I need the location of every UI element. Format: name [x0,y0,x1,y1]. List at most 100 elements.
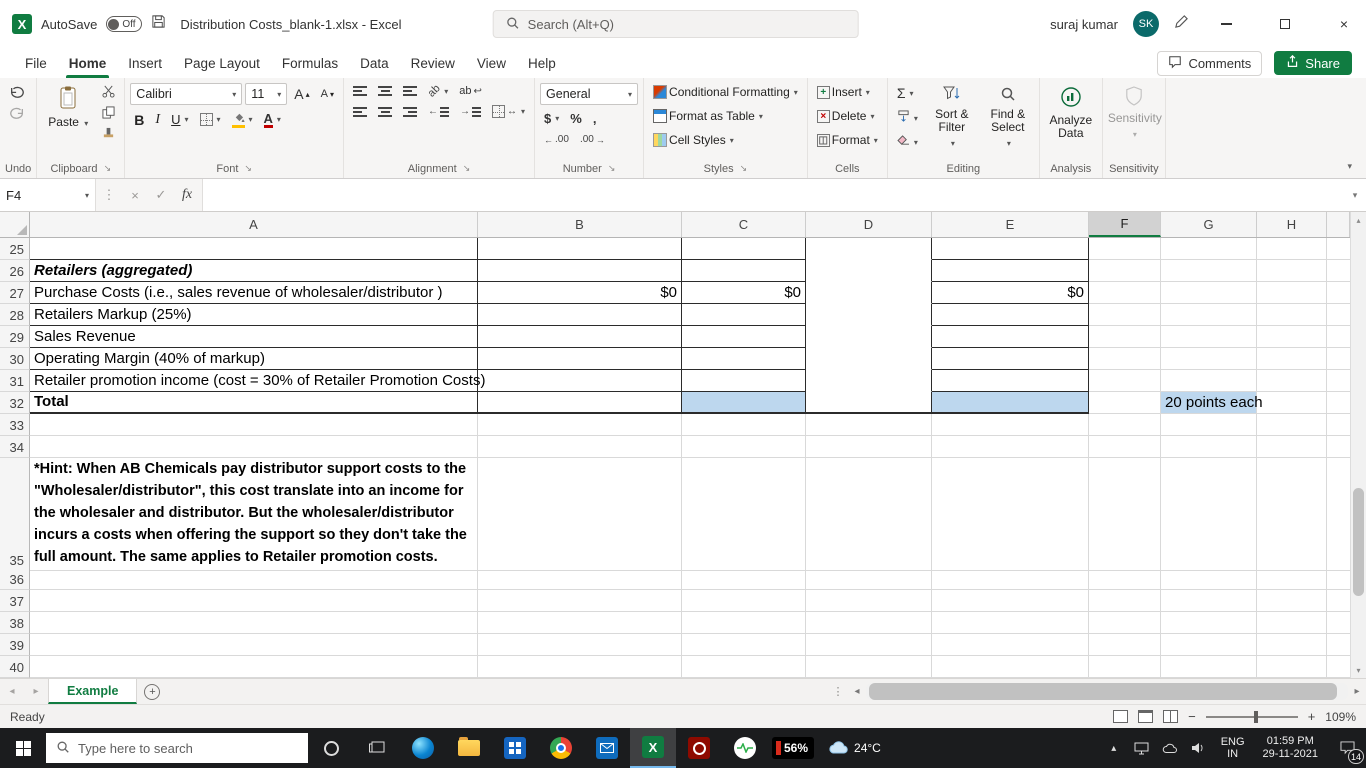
cell-G33[interactable] [1161,414,1257,436]
cell-H38[interactable] [1257,612,1327,634]
save-icon[interactable] [151,14,166,34]
cell-B36[interactable] [478,568,682,590]
accounting-format-icon[interactable]: $ ▾ [540,109,563,128]
cell-F25[interactable] [1089,238,1161,260]
cell-F31[interactable] [1089,370,1161,392]
cell-A39[interactable] [30,634,478,656]
row-header-30[interactable]: 30 [0,348,30,370]
cell-G37[interactable] [1161,590,1257,612]
cell-H36[interactable] [1257,568,1327,590]
cell-G40[interactable] [1161,656,1257,678]
cell-G25[interactable] [1161,238,1257,260]
styles-dialog-launcher-icon[interactable]: ↘ [740,163,748,174]
cell-A25[interactable] [30,238,478,260]
cell-B33[interactable] [478,414,682,436]
sheet-nav-left-icon[interactable]: ◂ [0,679,24,704]
cell-C26[interactable] [682,260,806,282]
cell-D36[interactable] [806,568,932,590]
row-header-28[interactable]: 28 [0,304,30,326]
cortana-icon[interactable] [308,728,354,768]
sheet-nav-right-icon[interactable]: ▸ [24,679,48,704]
cell-A38[interactable] [30,612,478,634]
acrobat-icon[interactable] [676,728,722,768]
clipboard-dialog-launcher-icon[interactable]: ↘ [104,163,112,174]
bottom-align-icon[interactable] [399,83,421,99]
cell-H37[interactable] [1257,590,1327,612]
cell-G29[interactable] [1161,326,1257,348]
zoom-slider-thumb[interactable] [1253,710,1258,723]
font-size-select[interactable]: 11 ▾ [245,83,288,105]
name-box-dropdown-icon[interactable]: ▾ [85,191,89,200]
blue-tiles-app-icon[interactable] [492,728,538,768]
cell-D39[interactable] [806,634,932,656]
cell-G39[interactable] [1161,634,1257,656]
column-header-B[interactable]: B [478,212,682,237]
name-box-splitter-icon[interactable]: ⋮ [96,179,122,211]
cell-G35[interactable] [1161,458,1257,571]
find-select-button[interactable]: Find & Select ▾ [982,83,1034,159]
row-header-32[interactable]: 32 [0,392,30,414]
cell-E39[interactable] [932,634,1089,656]
cell-G38[interactable] [1161,612,1257,634]
row-header-35[interactable]: 35 [0,458,30,571]
cell-G27[interactable] [1161,282,1257,304]
clock[interactable]: 01:59 PM 29-11-2021 [1255,735,1326,761]
cell-A35[interactable]: *Hint: When AB Chemicals pay distributor… [30,458,478,571]
undo-button[interactable] [5,83,31,100]
number-format-select[interactable]: General ▾ [540,83,639,105]
cell-D27[interactable] [806,282,932,304]
cell-F27[interactable] [1089,282,1161,304]
font-dialog-launcher-icon[interactable]: ↘ [244,163,252,174]
avatar[interactable]: SK [1133,11,1159,37]
column-header-H[interactable]: H [1257,212,1327,237]
cell-B28[interactable] [478,304,682,326]
tab-home[interactable]: Home [58,48,118,78]
collapse-ribbon-icon[interactable]: ▾ [1347,161,1352,172]
top-align-icon[interactable] [349,83,371,99]
cell-C40[interactable] [682,656,806,678]
cell-H32[interactable] [1257,392,1327,414]
cell-D34[interactable] [806,436,932,458]
italic-button[interactable]: I [151,110,164,130]
cell-B35[interactable] [478,458,682,571]
row-header-39[interactable]: 39 [0,634,30,656]
cell-C32[interactable] [682,392,806,414]
cell-G28[interactable] [1161,304,1257,326]
cell-B39[interactable] [478,634,682,656]
cell-C39[interactable] [682,634,806,656]
borders-button[interactable]: ▾ [196,111,225,128]
cell-C36[interactable] [682,568,806,590]
cell-B37[interactable] [478,590,682,612]
new-sheet-button[interactable]: + [137,679,167,704]
cell-C34[interactable] [682,436,806,458]
tray-display-icon[interactable] [1129,728,1155,768]
cell-E40[interactable] [932,656,1089,678]
excel-taskbar-icon[interactable]: X [630,728,676,768]
row-header-36[interactable]: 36 [0,568,30,590]
cell-B27[interactable]: $0 [478,282,682,304]
cell-C35[interactable] [682,458,806,571]
minimize-button[interactable] [1204,0,1248,48]
autosum-button[interactable]: Σ ▾ [893,83,922,103]
scroll-right-icon[interactable]: ▸ [1348,679,1366,704]
cell-D35[interactable] [806,458,932,571]
bold-button[interactable]: B [130,110,148,130]
cell-D31[interactable] [806,370,932,392]
tray-chevron-icon[interactable]: ▴ [1101,728,1127,768]
cell-A31[interactable]: Retailer promotion income (cost = 30% of… [30,370,485,392]
row-header-40[interactable]: 40 [0,656,30,678]
cell-E38[interactable] [932,612,1089,634]
cell-B34[interactable] [478,436,682,458]
expand-formula-bar-icon[interactable]: ▾ [1344,179,1366,211]
cell-B40[interactable] [478,656,682,678]
copy-button[interactable] [98,104,119,121]
zoom-slider[interactable] [1205,710,1298,723]
analyze-data-button[interactable]: Analyze Data [1045,83,1097,159]
tab-formulas[interactable]: Formulas [271,48,349,78]
close-button[interactable]: × [1322,0,1366,48]
align-center-icon[interactable] [374,104,396,120]
cell-G34[interactable] [1161,436,1257,458]
action-center-icon[interactable]: 14 [1328,728,1366,768]
cell-F33[interactable] [1089,414,1161,436]
cell-F36[interactable] [1089,568,1161,590]
